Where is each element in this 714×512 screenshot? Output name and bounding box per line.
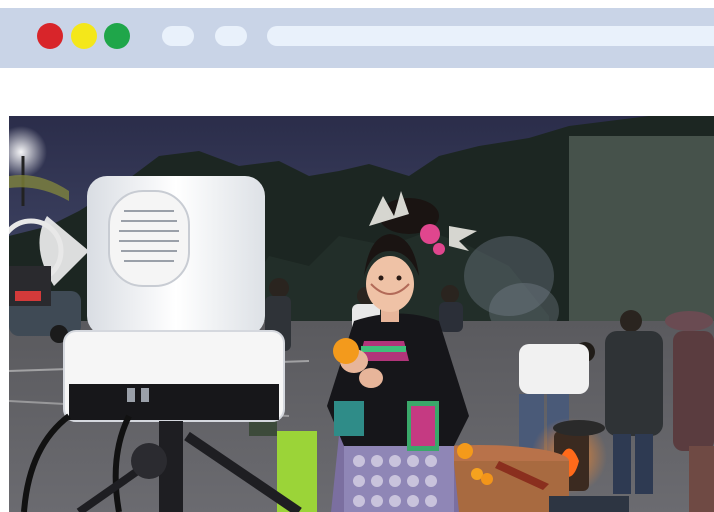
forward-button[interactable] [215,26,247,46]
photo-illustration [9,116,714,512]
orange-fruit [333,338,359,364]
minimize-window-button[interactable] [71,23,97,49]
browser-toolbar [0,8,714,68]
pink-flower [420,224,440,244]
browser-window [0,0,714,512]
news-photo [9,116,714,512]
back-button[interactable] [162,26,194,46]
maximize-window-button[interactable] [104,23,130,49]
close-window-button[interactable] [37,23,63,49]
address-bar[interactable] [267,26,714,46]
